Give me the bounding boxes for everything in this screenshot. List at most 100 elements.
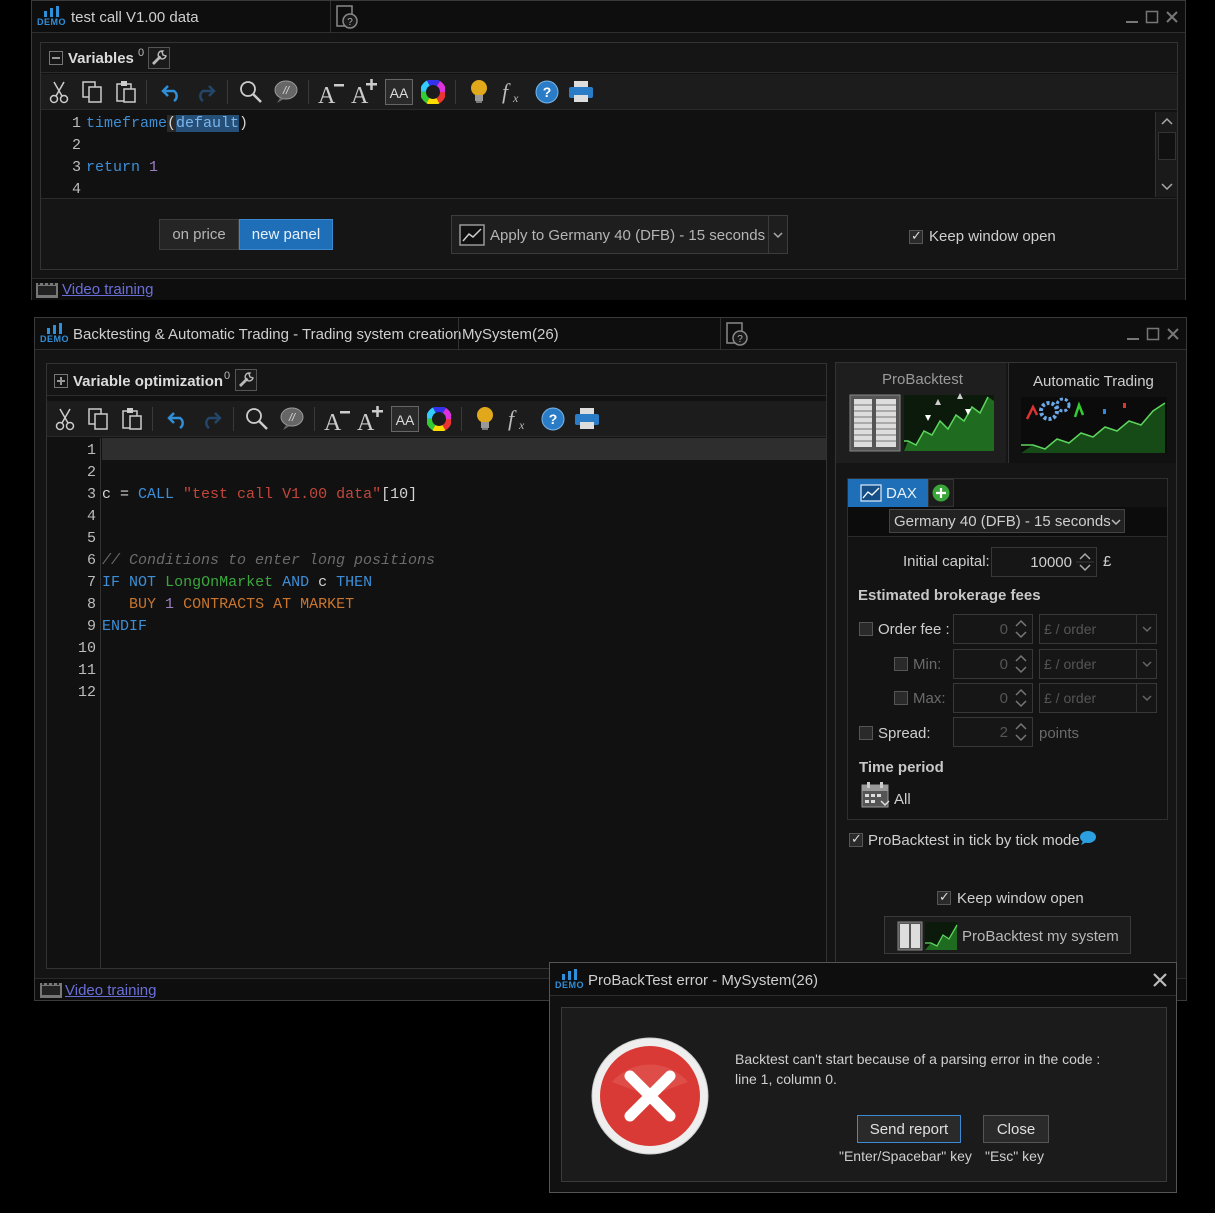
undo-icon[interactable] xyxy=(164,405,192,433)
help-doc-icon[interactable]: ? xyxy=(334,1,360,33)
expand-icon[interactable] xyxy=(54,374,68,388)
variable-count: 0 xyxy=(224,370,231,382)
tick-mode-checkbox[interactable] xyxy=(849,831,863,847)
window-titlebar[interactable]: DEMO Backtesting & Automatic Trading - T… xyxy=(35,318,1186,350)
add-instrument-button[interactable] xyxy=(928,479,954,507)
max-fee-checkbox[interactable] xyxy=(894,691,908,705)
help-icon[interactable]: ? xyxy=(533,78,561,106)
video-training-link[interactable]: Video training xyxy=(62,281,153,298)
code-editor[interactable]: 1 2 3 4 timeframe(default) return 1 xyxy=(41,111,1155,198)
undo-icon[interactable] xyxy=(158,78,186,106)
close-button[interactable]: Close xyxy=(983,1115,1049,1143)
close-icon[interactable] xyxy=(1152,972,1168,988)
code-editor[interactable]: 1 2 3 4 5 6 7 8 9 10 11 12 c = CALL "tes… xyxy=(47,438,826,968)
font-case-icon[interactable]: AA xyxy=(385,78,413,106)
instrument-tab-dax[interactable]: DAX xyxy=(848,479,928,507)
info-bubble-icon[interactable] xyxy=(1079,830,1097,846)
paste-icon[interactable] xyxy=(118,405,146,433)
increase-font-icon[interactable]: A xyxy=(356,405,384,433)
cut-icon[interactable] xyxy=(45,78,73,106)
stepper-icon[interactable] xyxy=(1012,720,1030,744)
variable-count: 0 xyxy=(138,47,145,59)
maximize-icon[interactable] xyxy=(1145,10,1159,24)
instrument-select[interactable]: Germany 40 (DFB) - 15 seconds xyxy=(889,509,1125,533)
wrench-icon[interactable] xyxy=(235,369,257,391)
copy-icon[interactable] xyxy=(84,405,112,433)
close-icon[interactable] xyxy=(1166,327,1180,341)
scroll-thumb[interactable] xyxy=(1158,132,1176,160)
decrease-font-icon[interactable]: A xyxy=(323,405,351,433)
font-case-icon[interactable]: AA xyxy=(391,405,419,433)
help-icon[interactable]: ? xyxy=(539,405,567,433)
toolbar-separator xyxy=(455,80,456,104)
color-wheel-icon[interactable] xyxy=(425,405,453,433)
min-fee-checkbox[interactable] xyxy=(894,657,908,671)
svg-text:?: ? xyxy=(549,411,558,427)
new-panel-button[interactable]: new panel xyxy=(239,219,333,250)
comment-icon[interactable]: // xyxy=(272,78,300,106)
wrench-icon[interactable] xyxy=(148,47,170,69)
video-training-link[interactable]: Video training xyxy=(65,982,156,999)
editor-toolbar: // A A AA fx ? xyxy=(41,74,1177,110)
keep-window-open-checkbox[interactable] xyxy=(937,889,951,905)
scroll-down-icon[interactable] xyxy=(1160,182,1174,192)
scroll-up-icon[interactable] xyxy=(1160,116,1174,126)
paste-icon[interactable] xyxy=(112,78,140,106)
function-icon[interactable]: fx xyxy=(505,405,533,433)
vertical-scrollbar[interactable] xyxy=(1155,112,1177,197)
help-doc-icon[interactable]: ? xyxy=(724,318,750,350)
close-hint: "Esc" key xyxy=(985,1148,1044,1164)
minimize-icon[interactable] xyxy=(1125,10,1139,24)
min-fee-input[interactable]: 0 xyxy=(953,649,1033,679)
lightbulb-icon[interactable] xyxy=(465,78,493,106)
color-wheel-icon[interactable] xyxy=(419,78,447,106)
tab-automatic-trading[interactable]: Automatic Trading xyxy=(1008,363,1176,463)
line-number: 4 xyxy=(86,508,96,525)
max-fee-unit-select[interactable]: £ / order xyxy=(1039,683,1157,713)
cut-icon[interactable] xyxy=(51,405,79,433)
system-name-tab[interactable]: MySystem(26) xyxy=(462,326,559,343)
order-fee-unit-select[interactable]: £ / order xyxy=(1039,614,1157,644)
dialog-titlebar[interactable]: DEMO ProBackTest error - MySystem(26) xyxy=(550,963,1176,996)
redo-icon[interactable] xyxy=(191,78,219,106)
on-price-button[interactable]: on price xyxy=(159,219,239,250)
svg-text:f: f xyxy=(502,79,511,104)
keep-window-open-checkbox[interactable] xyxy=(909,228,923,244)
stepper-icon[interactable] xyxy=(1076,550,1094,574)
maximize-icon[interactable] xyxy=(1146,327,1160,341)
send-report-button[interactable]: Send report xyxy=(857,1115,961,1143)
max-fee-input[interactable]: 0 xyxy=(953,683,1033,713)
apply-to-select[interactable]: Apply to Germany 40 (DFB) - 15 seconds xyxy=(451,215,788,254)
redo-icon[interactable] xyxy=(197,405,225,433)
minimize-icon[interactable] xyxy=(1126,327,1140,341)
print-icon[interactable] xyxy=(573,405,601,433)
spread-checkbox[interactable] xyxy=(859,726,873,740)
print-icon[interactable] xyxy=(567,78,595,106)
window-title: test call V1.00 data xyxy=(71,9,199,26)
stepper-icon[interactable] xyxy=(1012,652,1030,676)
search-icon[interactable] xyxy=(243,405,271,433)
comment-icon[interactable]: // xyxy=(278,405,306,433)
min-fee-unit-select[interactable]: £ / order xyxy=(1039,649,1157,679)
order-fee-input[interactable]: 0 xyxy=(953,614,1033,644)
calendar-icon[interactable] xyxy=(861,781,891,809)
stepper-icon[interactable] xyxy=(1012,686,1030,710)
window-titlebar[interactable]: DEMO test call V1.00 data ? xyxy=(32,1,1185,33)
close-icon[interactable] xyxy=(1165,10,1179,24)
probacktest-my-system-button[interactable]: ProBacktest my system xyxy=(884,916,1131,954)
svg-text:A: A xyxy=(351,83,369,105)
increase-font-icon[interactable]: A xyxy=(350,78,378,106)
stepper-icon[interactable] xyxy=(1012,617,1030,641)
search-icon[interactable] xyxy=(237,78,265,106)
spread-input[interactable]: 2 xyxy=(953,717,1033,747)
order-fee-checkbox[interactable] xyxy=(859,622,873,636)
copy-icon[interactable] xyxy=(78,78,106,106)
tab-probacktest[interactable]: ProBacktest xyxy=(836,363,1006,463)
function-icon[interactable]: fx xyxy=(499,78,527,106)
decrease-font-icon[interactable]: A xyxy=(317,78,345,106)
svg-text:A: A xyxy=(324,410,342,432)
collapse-icon[interactable] xyxy=(49,51,63,65)
initial-capital-input[interactable]: 10000 xyxy=(991,547,1097,577)
line-number: 12 xyxy=(77,684,96,701)
lightbulb-icon[interactable] xyxy=(471,405,499,433)
